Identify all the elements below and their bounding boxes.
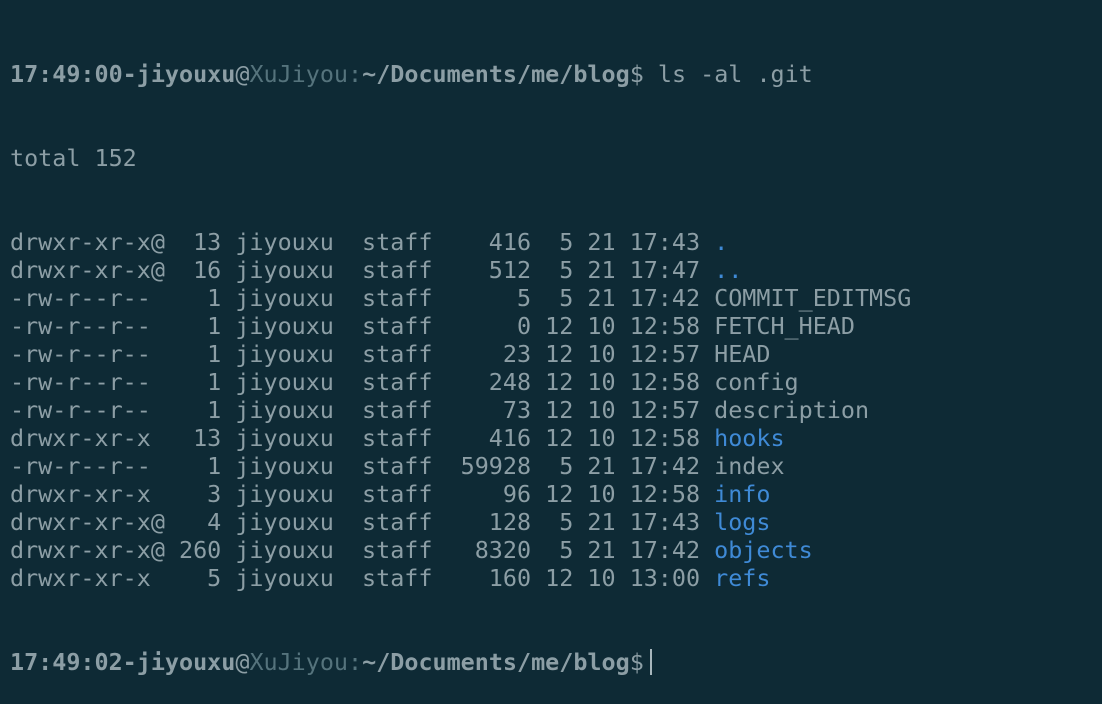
- prompt-user: jiyouxu: [136, 648, 236, 676]
- prompt-separator: -: [122, 60, 137, 88]
- file-metadata: drwxr-xr-x 13 jiyouxu staff 416 12 10 12…: [10, 424, 715, 452]
- prompt-dollar: $: [629, 60, 644, 88]
- file-metadata: -rw-r--r-- 1 jiyouxu staff 0 12 10 12:58: [10, 312, 715, 340]
- prompt-time: 17:49:02: [10, 648, 123, 676]
- listing-row: -rw-r--r-- 1 jiyouxu staff 23 12 10 12:5…: [10, 340, 1096, 368]
- terminal-window[interactable]: 17:49:00-jiyouxu@XuJiyou:~/Documents/me/…: [10, 4, 1096, 676]
- listing-row: drwxr-xr-x 3 jiyouxu staff 96 12 10 12:5…: [10, 480, 1096, 508]
- file-metadata: drwxr-xr-x@ 4 jiyouxu staff 128 5 21 17:…: [10, 508, 715, 536]
- prompt-separator: -: [122, 648, 137, 676]
- prompt-at: @: [235, 60, 250, 88]
- command-text: ls -al .git: [643, 60, 813, 88]
- listing-row: drwxr-xr-x@ 260 jiyouxu staff 8320 5 21 …: [10, 536, 1096, 564]
- file-metadata: -rw-r--r-- 1 jiyouxu staff 248 12 10 12:…: [10, 368, 715, 396]
- directory-name: .: [714, 228, 729, 256]
- prompt-colon: :: [348, 60, 363, 88]
- directory-listing: drwxr-xr-x@ 13 jiyouxu staff 416 5 21 17…: [10, 228, 1096, 592]
- directory-name: logs: [714, 508, 771, 536]
- listing-row: -rw-r--r-- 1 jiyouxu staff 248 12 10 12:…: [10, 368, 1096, 396]
- file-name: HEAD: [714, 340, 771, 368]
- listing-row: drwxr-xr-x@ 4 jiyouxu staff 128 5 21 17:…: [10, 508, 1096, 536]
- listing-row: -rw-r--r-- 1 jiyouxu staff 59928 5 21 17…: [10, 452, 1096, 480]
- file-metadata: drwxr-xr-x@ 13 jiyouxu staff 416 5 21 17…: [10, 228, 715, 256]
- file-metadata: -rw-r--r-- 1 jiyouxu staff 23 12 10 12:5…: [10, 340, 715, 368]
- file-metadata: -rw-r--r-- 1 jiyouxu staff 59928 5 21 17…: [10, 452, 715, 480]
- directory-name: info: [714, 480, 771, 508]
- prompt-path: ~/Documents/me/blog: [362, 60, 630, 88]
- directory-name: ..: [714, 256, 743, 284]
- file-metadata: drwxr-xr-x@ 260 jiyouxu staff 8320 5 21 …: [10, 536, 715, 564]
- file-name: COMMIT_EDITMSG: [714, 284, 912, 312]
- listing-row: -rw-r--r-- 1 jiyouxu staff 5 5 21 17:42 …: [10, 284, 1096, 312]
- prompt-host: XuJiyou: [249, 648, 349, 676]
- prompt-host: XuJiyou: [249, 60, 349, 88]
- prompt-time: 17:49:00: [10, 60, 123, 88]
- directory-name: objects: [714, 536, 813, 564]
- prompt-path: ~/Documents/me/blog: [362, 648, 630, 676]
- file-metadata: -rw-r--r-- 1 jiyouxu staff 5 5 21 17:42: [10, 284, 715, 312]
- listing-row: drwxr-xr-x@ 16 jiyouxu staff 512 5 21 17…: [10, 256, 1096, 284]
- file-name: index: [714, 452, 785, 480]
- listing-row: drwxr-xr-x 5 jiyouxu staff 160 12 10 13:…: [10, 564, 1096, 592]
- listing-row: -rw-r--r-- 1 jiyouxu staff 73 12 10 12:5…: [10, 396, 1096, 424]
- prompt-dollar: $: [629, 648, 644, 676]
- file-name: description: [714, 396, 870, 424]
- directory-name: hooks: [714, 424, 785, 452]
- prompt-user: jiyouxu: [136, 60, 236, 88]
- prompt-at: @: [235, 648, 250, 676]
- file-name: FETCH_HEAD: [714, 312, 855, 340]
- file-metadata: -rw-r--r-- 1 jiyouxu staff 73 12 10 12:5…: [10, 396, 715, 424]
- prompt-line-2[interactable]: 17:49:02-jiyouxu@XuJiyou:~/Documents/me/…: [10, 648, 1096, 676]
- file-metadata: drwxr-xr-x 3 jiyouxu staff 96 12 10 12:5…: [10, 480, 715, 508]
- file-metadata: drwxr-xr-x@ 16 jiyouxu staff 512 5 21 17…: [10, 256, 715, 284]
- prompt-line-1: 17:49:00-jiyouxu@XuJiyou:~/Documents/me/…: [10, 60, 1096, 88]
- listing-row: drwxr-xr-x 13 jiyouxu staff 416 12 10 12…: [10, 424, 1096, 452]
- directory-name: refs: [714, 564, 771, 592]
- total-line: total 152: [10, 144, 137, 172]
- listing-row: drwxr-xr-x@ 13 jiyouxu staff 416 5 21 17…: [10, 228, 1096, 256]
- text-cursor[interactable]: [649, 649, 652, 675]
- file-metadata: drwxr-xr-x 5 jiyouxu staff 160 12 10 13:…: [10, 564, 715, 592]
- prompt-colon: :: [348, 648, 363, 676]
- listing-row: -rw-r--r-- 1 jiyouxu staff 0 12 10 12:58…: [10, 312, 1096, 340]
- file-name: config: [714, 368, 799, 396]
